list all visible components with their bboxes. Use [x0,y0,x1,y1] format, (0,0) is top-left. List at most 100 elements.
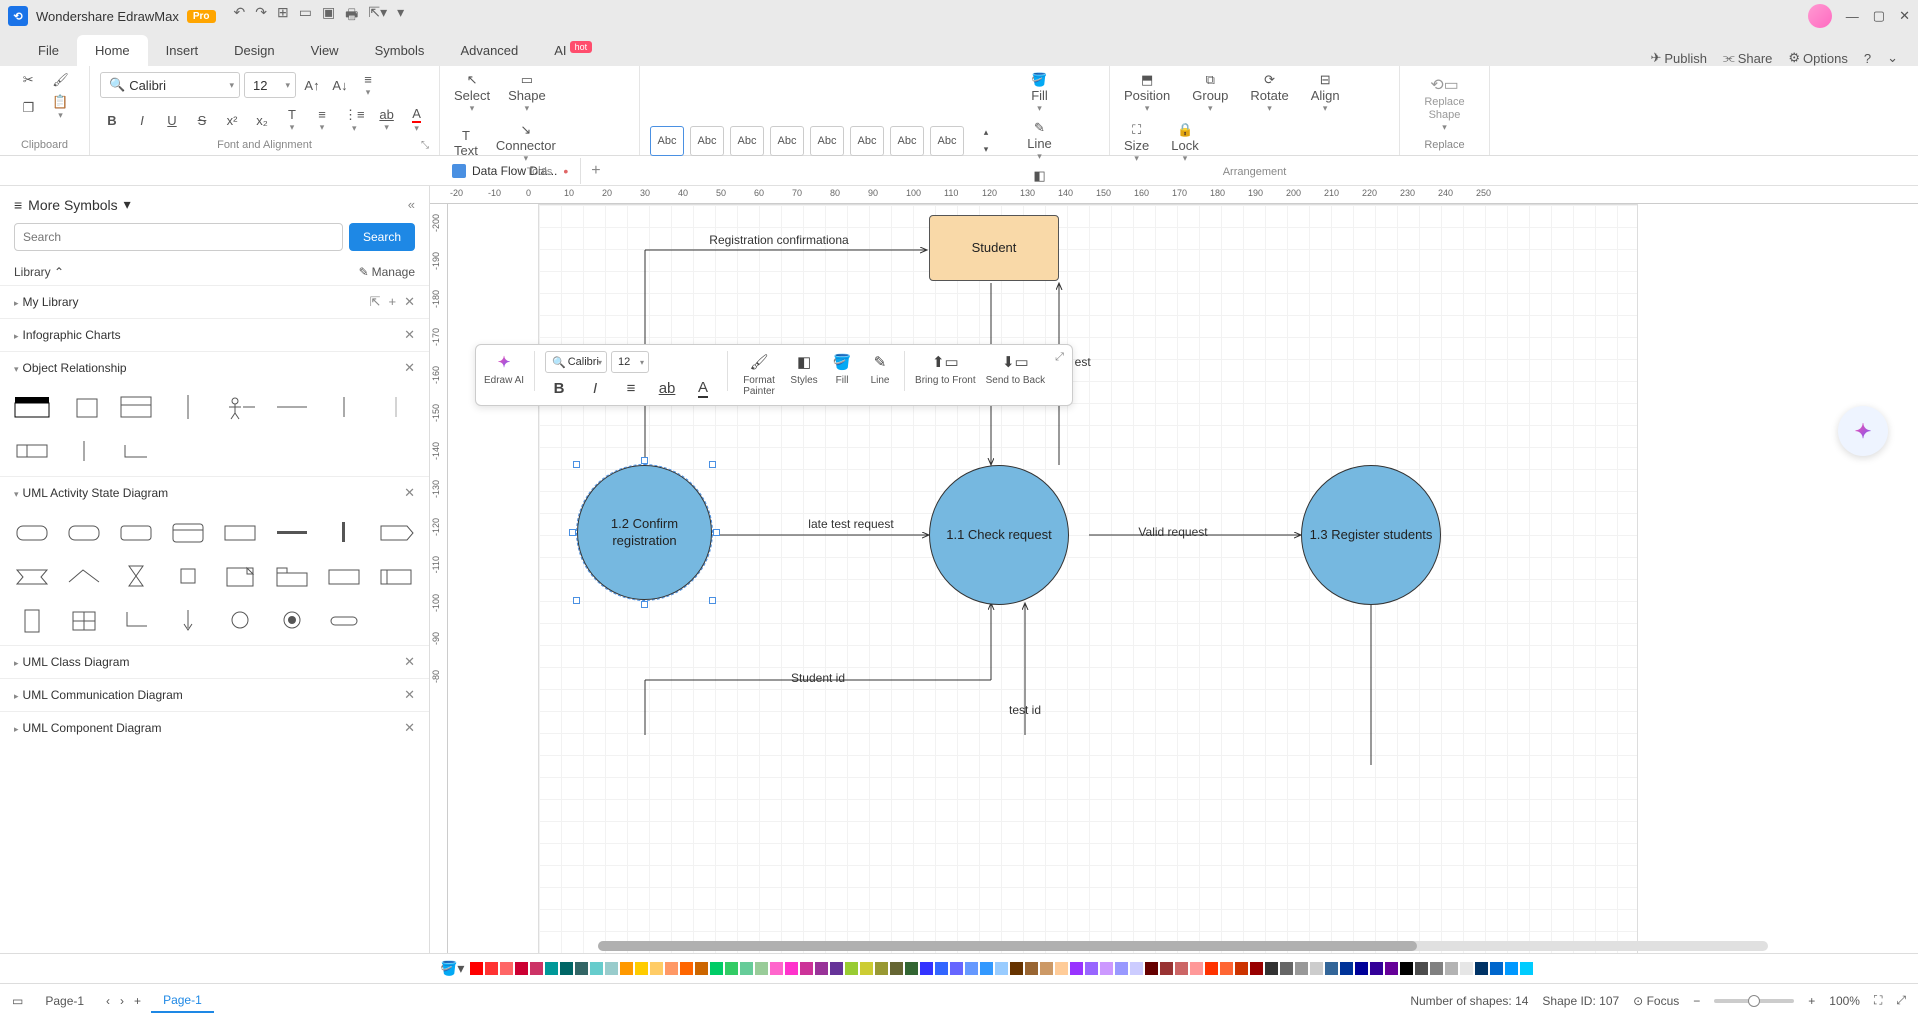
color-swatch[interactable] [710,962,723,975]
color-swatch[interactable] [995,962,1008,975]
color-swatch[interactable] [755,962,768,975]
color-swatch[interactable] [1520,962,1533,975]
color-swatch[interactable] [1070,962,1083,975]
shape-swimlane-grid[interactable] [62,603,106,639]
color-swatch[interactable] [770,962,783,975]
add-page-button[interactable]: + [134,994,141,1008]
font-group-launcher[interactable]: ⤡ [421,140,429,151]
align-text-button[interactable]: ≡ [356,70,380,100]
canvas-scrollbar-horizontal[interactable] [598,941,1768,951]
color-swatch[interactable] [1340,962,1353,975]
shape-pill[interactable] [322,603,366,639]
float-font-size[interactable]: 12 [611,351,649,373]
tab-insert[interactable]: Insert [148,35,217,66]
color-swatch[interactable] [905,962,918,975]
section-uml-class[interactable]: ▸UML Class Diagram ✕ [0,646,429,678]
color-swatch[interactable] [815,962,828,975]
print-button[interactable]: 🖶 [345,4,358,28]
color-swatch[interactable] [470,962,483,975]
fit-page-button[interactable]: ⛶ [1874,993,1882,1008]
color-swatch[interactable] [950,962,963,975]
shape-composite[interactable] [166,515,210,551]
color-swatch[interactable] [695,962,708,975]
float-italic[interactable]: I [581,377,609,399]
color-swatch[interactable] [1460,962,1473,975]
color-swatch[interactable] [935,962,948,975]
color-swatch[interactable] [1385,962,1398,975]
color-swatch[interactable] [1115,962,1128,975]
style-gallery-down[interactable]: ▾ [974,142,998,157]
color-swatch[interactable] [890,962,903,975]
ai-fab-button[interactable]: ✦ [1838,406,1888,456]
color-swatch[interactable] [1445,962,1458,975]
color-swatch[interactable] [860,962,873,975]
color-swatch[interactable] [1415,962,1428,975]
canvas[interactable]: Student 1.1 Check request 1.2 Confirm re… [448,204,1918,953]
shape-signal-send[interactable] [10,559,54,595]
color-swatch[interactable] [1490,962,1503,975]
shape-frame[interactable] [322,559,366,595]
shape-sync-vbar[interactable] [322,515,366,551]
mylib-add-icon[interactable]: + [389,294,397,310]
shape-sync-bar[interactable] [270,515,314,551]
float-styles-icon[interactable]: ◧ [790,351,818,373]
color-swatch[interactable] [485,962,498,975]
label-test-id[interactable]: test id [985,703,1065,717]
umlcomp-close-icon[interactable]: ✕ [404,720,415,736]
zoom-in-button[interactable]: + [1808,994,1815,1008]
edraw-ai-icon[interactable]: ✦ [490,351,518,373]
shape-class[interactable] [114,390,158,426]
shape-hline-arrow[interactable] [270,390,314,426]
mylib-close-icon[interactable]: ✕ [404,294,415,310]
shape-vline2[interactable] [322,390,366,426]
infographic-close-icon[interactable]: ✕ [404,327,415,343]
color-swatch[interactable] [1430,962,1443,975]
tab-view[interactable]: View [293,35,357,66]
color-swatch[interactable] [635,962,648,975]
tab-home[interactable]: Home [77,35,148,66]
page-tab-1[interactable]: Page-1 [33,990,96,1012]
shape-tool-button[interactable]: ▭ Shape [504,70,550,116]
shape-split-rect[interactable] [10,434,54,470]
float-fill-icon[interactable]: 🪣 [828,351,856,373]
color-swatch[interactable] [665,962,678,975]
shape-activity[interactable] [10,515,54,551]
tab-file[interactable]: File [20,35,77,66]
zoom-slider[interactable] [1714,999,1794,1003]
umlclass-close-icon[interactable]: ✕ [404,654,415,670]
align-button[interactable]: ⊟ Align [1307,70,1344,116]
node-student[interactable]: Student [929,215,1059,281]
float-bring-front-icon[interactable]: ⬆▭ [931,351,959,373]
float-highlight[interactable]: ab [653,377,681,399]
replace-shape-button[interactable]: ⟲▭ Replace Shape [1410,74,1479,134]
section-object-relationship[interactable]: ▾Object Relationship ✕ [0,352,429,384]
size-button[interactable]: ⛶ Size [1120,120,1153,166]
zoom-level[interactable]: 100% [1829,994,1860,1008]
redo-button[interactable]: ↷ [255,4,267,28]
page-next-button[interactable]: › [120,994,124,1008]
bold-button[interactable]: B [100,111,124,130]
tab-advanced[interactable]: Advanced [442,35,536,66]
shape-initial[interactable] [218,603,262,639]
label-registration-confirmation[interactable]: Registration confirmationa [699,233,859,247]
float-format-painter-icon[interactable]: 🖌 [745,351,773,373]
color-swatch[interactable] [1535,962,1548,975]
library-label[interactable]: Library ⌃ [14,265,64,279]
color-swatch[interactable] [1280,962,1293,975]
fill-bucket-icon[interactable]: 🪣▾ [440,960,464,977]
italic-button[interactable]: I [130,111,154,130]
fullscreen-button[interactable]: ⤢ [1896,993,1906,1008]
color-swatch[interactable] [1220,962,1233,975]
color-swatch[interactable] [965,962,978,975]
section-uml-component[interactable]: ▸UML Component Diagram ✕ [0,712,429,744]
style-preset-4[interactable]: Abc [770,126,804,156]
color-swatch[interactable] [1040,962,1053,975]
shape-box1[interactable] [62,390,106,426]
color-swatch[interactable] [1190,962,1203,975]
format-painter-button[interactable]: 🖌 [48,70,73,90]
save-button[interactable]: ▣ [322,4,335,28]
section-infographic[interactable]: ▸Infographic Charts ✕ [0,319,429,351]
underline-button[interactable]: U [160,111,184,130]
font-color-button[interactable]: A [405,104,429,136]
label-student-id[interactable]: Student id [763,671,873,685]
